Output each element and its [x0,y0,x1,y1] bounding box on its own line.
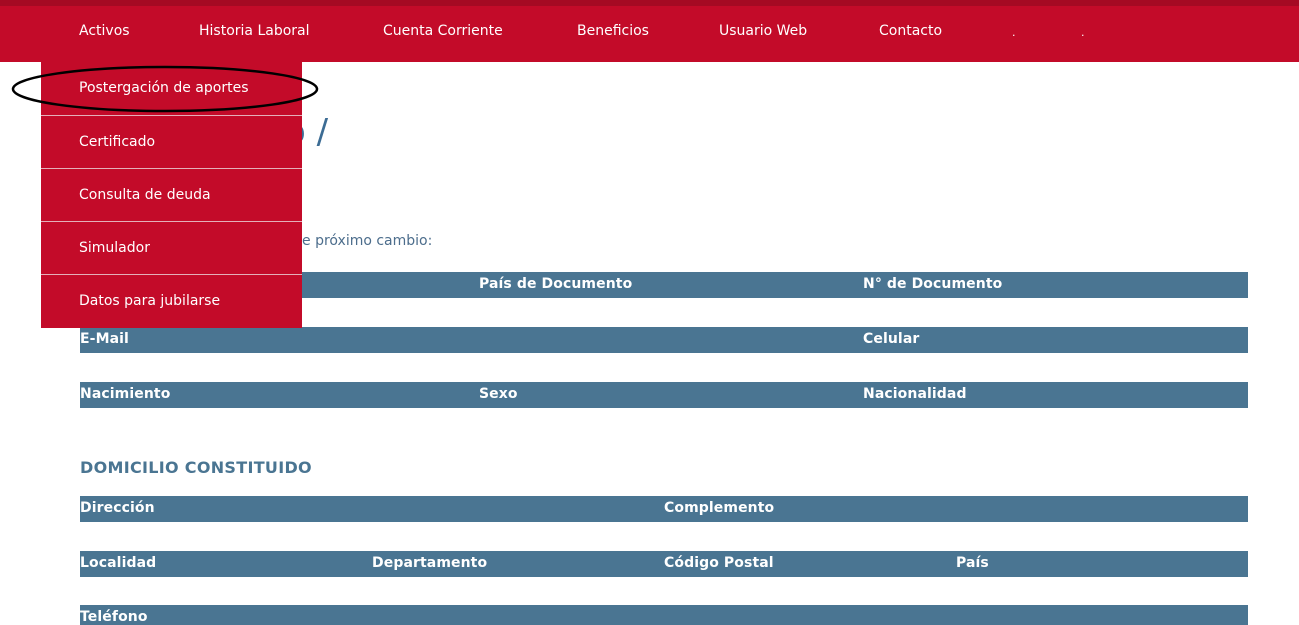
top-navigation-bar: Activos Historia Laboral Cuenta Corrient… [0,0,1299,62]
nav-activos[interactable]: Activos [79,23,130,39]
intro-text: e próximo cambio: [302,233,433,249]
header-departamento: Departamento [372,555,488,571]
header-direccion: Dirección [80,500,155,516]
header-telefono: Teléfono [80,609,148,625]
section-heading-domicilio: DOMICILIO CONSTITUIDO [80,458,312,477]
personal-header-row-3: Nacimiento Sexo Nacionalidad [80,382,1248,408]
header-nacimiento: Nacimiento [80,386,171,402]
domicilio-header-row-3: Teléfono [80,605,1248,625]
nav-historia-laboral[interactable]: Historia Laboral [199,23,310,39]
menu-item-postergacion-aportes[interactable]: Postergación de aportes [41,62,302,115]
nav-dot-2[interactable]: . [1081,26,1085,39]
header-localidad: Localidad [80,555,157,571]
header-complemento: Complemento [664,500,775,516]
header-pais: País [956,555,989,571]
header-numero-documento: N° de Documento [863,276,1003,292]
nav-contacto[interactable]: Contacto [879,23,942,39]
nav-dot-1[interactable]: . [1012,26,1016,39]
menu-item-consulta-deuda[interactable]: Consulta de deuda [41,168,302,221]
activos-dropdown-menu: Postergación de aportes Certificado Cons… [41,62,302,328]
nav-usuario-web[interactable]: Usuario Web [719,23,807,39]
domicilio-header-row-1: Dirección Complemento [80,496,1248,522]
personal-header-row-2: E-Mail Celular [80,327,1248,353]
header-pais-documento: País de Documento [479,276,633,292]
menu-item-simulador[interactable]: Simulador [41,221,302,274]
menu-item-certificado[interactable]: Certificado [41,115,302,168]
menu-item-datos-jubilarse[interactable]: Datos para jubilarse [41,274,302,327]
header-sexo: Sexo [479,386,518,402]
header-nacionalidad: Nacionalidad [863,386,967,402]
nav-cuenta-corriente[interactable]: Cuenta Corriente [383,23,503,39]
header-codigo-postal: Código Postal [664,555,774,571]
nav-beneficios[interactable]: Beneficios [577,23,649,39]
header-celular: Celular [863,331,920,347]
header-email: E-Mail [80,331,129,347]
domicilio-header-row-2: Localidad Departamento Código Postal Paí… [80,551,1248,577]
